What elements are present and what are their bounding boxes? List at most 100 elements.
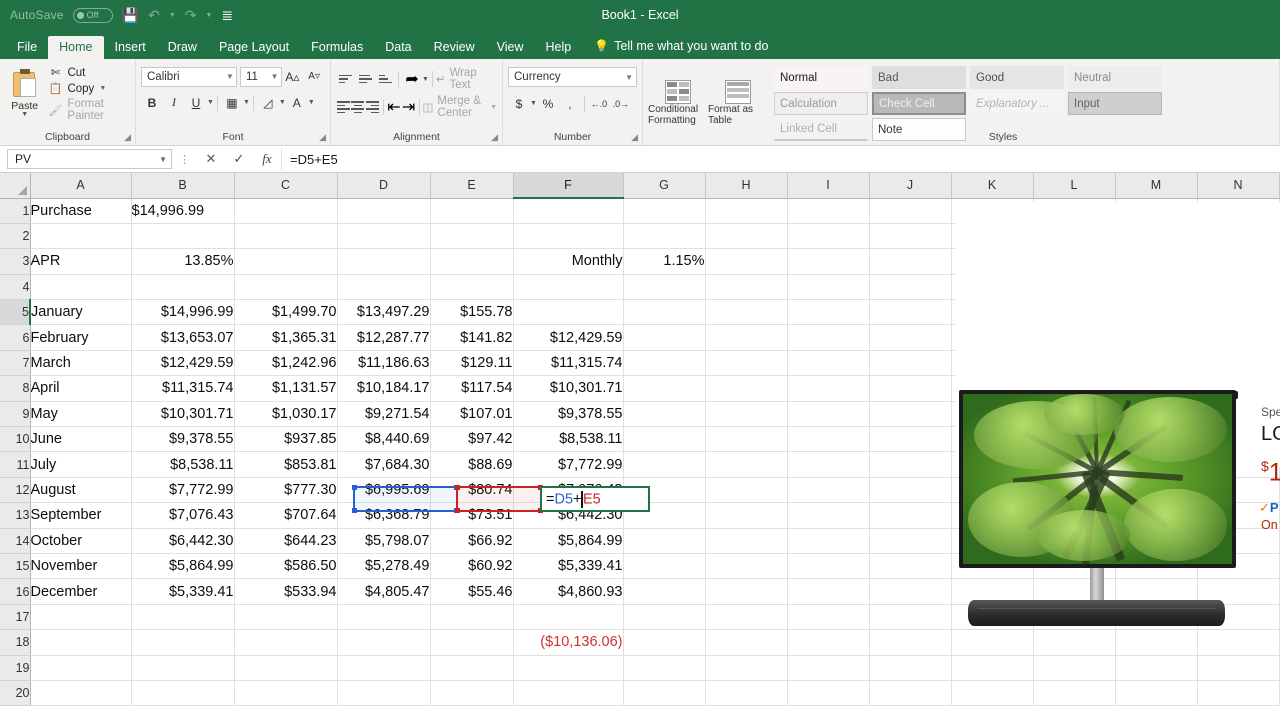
cell-F15[interactable]: $5,339.41 xyxy=(513,553,624,580)
cell-J16[interactable] xyxy=(869,578,952,605)
cell-E7[interactable]: $129.11 xyxy=(430,350,514,377)
cell-H9[interactable] xyxy=(705,401,788,428)
cell-D18[interactable] xyxy=(337,629,431,656)
row-header-20[interactable]: 20 xyxy=(0,680,31,707)
cell-E15[interactable]: $60.92 xyxy=(430,553,514,580)
cell-G4[interactable] xyxy=(623,274,706,301)
cell-C11[interactable]: $853.81 xyxy=(234,451,338,478)
cell-F13[interactable]: $6,442.30 xyxy=(513,502,624,529)
alignment-dialog-launcher-icon[interactable]: ◢ xyxy=(491,132,498,143)
cell-E3[interactable] xyxy=(430,248,514,275)
redo-dropdown-icon[interactable]: ▼ xyxy=(205,12,212,19)
cell-I6[interactable] xyxy=(787,324,870,351)
cell-J6[interactable] xyxy=(869,324,952,351)
cell-E12[interactable]: $80.74 xyxy=(430,477,514,504)
cell-I15[interactable] xyxy=(787,553,870,580)
align-bottom-icon[interactable] xyxy=(376,69,396,89)
accounting-format-icon[interactable]: $ xyxy=(508,93,530,114)
increase-indent-icon[interactable]: ⇥ xyxy=(401,97,416,117)
tab-view[interactable]: View xyxy=(486,36,535,60)
cell-B13[interactable]: $7,076.43 xyxy=(131,502,235,529)
cell-H13[interactable] xyxy=(705,502,788,529)
cell-F2[interactable] xyxy=(513,223,624,250)
cell-J5[interactable] xyxy=(869,299,952,326)
cell-F8[interactable]: $10,301.71 xyxy=(513,375,624,402)
cell-H3[interactable] xyxy=(705,248,788,275)
fill-color-dropdown-icon[interactable]: ▼ xyxy=(279,99,286,106)
cell-A16[interactable]: December xyxy=(30,578,132,605)
cell-G9[interactable] xyxy=(623,401,706,428)
cell-E17[interactable] xyxy=(430,604,514,631)
cell-H2[interactable] xyxy=(705,223,788,250)
decrease-font-size-button[interactable]: A▿ xyxy=(303,66,325,87)
cell-E2[interactable] xyxy=(430,223,514,250)
cell-A5[interactable]: January xyxy=(30,299,132,326)
cell-I4[interactable] xyxy=(787,274,870,301)
cell-F9[interactable]: $9,378.55 xyxy=(513,401,624,428)
chevron-down-icon[interactable]: ▼ xyxy=(625,73,633,82)
cell-N19[interactable] xyxy=(1197,655,1280,681)
cell-G14[interactable] xyxy=(623,528,706,554)
font-color-icon[interactable]: A xyxy=(286,92,308,113)
comma-format-icon[interactable]: , xyxy=(559,93,581,114)
cell-N18[interactable] xyxy=(1197,629,1280,656)
cell-B9[interactable]: $10,301.71 xyxy=(131,401,235,428)
number-dialog-launcher-icon[interactable]: ◢ xyxy=(631,132,638,143)
cell-E16[interactable]: $55.46 xyxy=(430,578,514,605)
cell-F3[interactable]: Monthly xyxy=(513,248,624,275)
column-header-G[interactable]: G xyxy=(623,173,706,199)
increase-decimal-icon[interactable]: ←.0 xyxy=(588,93,610,114)
cell-G8[interactable] xyxy=(623,375,706,402)
cell-F7[interactable]: $11,315.74 xyxy=(513,350,624,377)
cell-E19[interactable] xyxy=(430,655,514,681)
cancel-icon[interactable]: ✕ xyxy=(197,151,225,167)
cell-E6[interactable]: $141.82 xyxy=(430,324,514,351)
style-good[interactable]: Good xyxy=(970,66,1064,89)
style-check-cell[interactable]: Check Cell xyxy=(872,92,966,115)
cell-G20[interactable] xyxy=(623,680,706,707)
tab-draw[interactable]: Draw xyxy=(157,36,208,60)
cell-H1[interactable] xyxy=(705,198,788,224)
row-header-7[interactable]: 7 xyxy=(0,350,31,377)
cell-H18[interactable] xyxy=(705,629,788,656)
redo-icon[interactable]: ↷ xyxy=(185,8,197,22)
worksheet-grid[interactable]: A B C D E F G H I J K L M N 1 Purchase $14… xyxy=(0,173,1280,720)
cell-K20[interactable] xyxy=(951,680,1034,707)
tab-review[interactable]: Review xyxy=(423,36,486,60)
font-size-input[interactable]: 11 ▼ xyxy=(239,66,282,87)
cell-A11[interactable]: July xyxy=(30,451,132,478)
cell-F16[interactable]: $4,860.93 xyxy=(513,578,624,605)
cell-M18[interactable] xyxy=(1115,629,1198,656)
merge-dropdown-icon[interactable]: ▼ xyxy=(490,104,497,111)
cell-B17[interactable] xyxy=(131,604,235,631)
style-normal[interactable]: Normal xyxy=(774,66,868,89)
cell-B14[interactable]: $6,442.30 xyxy=(131,528,235,554)
cell-B19[interactable] xyxy=(131,655,235,681)
cell-I20[interactable] xyxy=(787,680,870,707)
cell-C20[interactable] xyxy=(234,680,338,707)
cell-N20[interactable] xyxy=(1197,680,1280,707)
cell-I10[interactable] xyxy=(787,426,870,453)
font-name-input[interactable]: Calibri ▼ xyxy=(141,66,237,87)
borders-icon[interactable]: ▦ xyxy=(221,92,243,113)
enter-icon[interactable]: ✓ xyxy=(225,151,253,167)
cell-D14[interactable]: $5,798.07 xyxy=(337,528,431,554)
cell-C13[interactable]: $707.64 xyxy=(234,502,338,529)
cell-E13[interactable]: $73.51 xyxy=(430,502,514,529)
merge-center-button[interactable]: ◫ Merge & Center ▼ xyxy=(423,95,498,119)
row-header-14[interactable]: 14 xyxy=(0,528,31,554)
column-header-C[interactable]: C xyxy=(234,173,338,199)
column-header-D[interactable]: D xyxy=(337,173,431,199)
cell-I7[interactable] xyxy=(787,350,870,377)
cell-D17[interactable] xyxy=(337,604,431,631)
cell-G12[interactable] xyxy=(623,477,706,504)
cell-G10[interactable] xyxy=(623,426,706,453)
cell-E11[interactable]: $88.69 xyxy=(430,451,514,478)
row-header-18[interactable]: 18 xyxy=(0,629,31,656)
cell-M20[interactable] xyxy=(1115,680,1198,707)
cell-I3[interactable] xyxy=(787,248,870,275)
cell-J9[interactable] xyxy=(869,401,952,428)
cell-G11[interactable] xyxy=(623,451,706,478)
row-header-11[interactable]: 11 xyxy=(0,451,31,478)
cell-J17[interactable] xyxy=(869,604,952,631)
